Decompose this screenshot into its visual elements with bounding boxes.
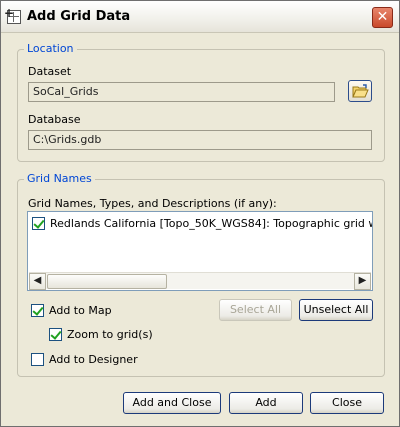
location-legend: Location	[24, 42, 77, 55]
close-icon[interactable]: ✕	[372, 7, 393, 28]
zoom-to-grids-checkbox[interactable]	[49, 328, 62, 341]
list-item-label: Redlands California [Topo_50K_WGS84]: To…	[50, 217, 372, 230]
folder-open-icon	[352, 84, 369, 98]
arrow-right-icon[interactable]: ▶	[354, 273, 371, 290]
add-to-map-checkbox[interactable]	[31, 304, 44, 317]
add-to-designer-label: Add to Designer	[49, 353, 138, 366]
database-label: Database	[28, 113, 81, 126]
grid-names-legend: Grid Names	[24, 172, 95, 185]
unselect-all-button[interactable]: Unselect All	[299, 299, 373, 321]
list-item[interactable]: Redlands California [Topo_50K_WGS84]: To…	[32, 216, 372, 232]
add-and-close-button[interactable]: Add and Close	[123, 392, 221, 414]
close-button[interactable]: Close	[310, 392, 384, 414]
dataset-field[interactable]: SoCal_Grids	[28, 82, 335, 102]
horizontal-scrollbar[interactable]: ◀ ▶	[29, 272, 371, 290]
add-grid-data-dialog: + Add Grid Data ✕ Location Dataset SoCal…	[0, 0, 400, 427]
add-button[interactable]: Add	[229, 392, 303, 414]
database-field[interactable]: C:\Grids.gdb	[28, 130, 372, 150]
dataset-label: Dataset	[28, 65, 72, 78]
arrow-left-icon[interactable]: ◀	[29, 273, 46, 290]
select-all-button[interactable]: Select All	[219, 299, 292, 321]
list-item-checkbox[interactable]	[32, 217, 45, 230]
window-title: Add Grid Data	[27, 9, 131, 24]
app-icon: +	[4, 6, 21, 24]
grid-list-label: Grid Names, Types, and Descriptions (if …	[28, 197, 277, 210]
scrollbar-thumb[interactable]	[47, 274, 167, 289]
title-bar[interactable]: + Add Grid Data ✕	[1, 1, 399, 33]
add-to-designer-checkbox[interactable]	[31, 353, 44, 366]
add-to-map-label: Add to Map	[49, 304, 112, 317]
zoom-to-grids-label: Zoom to grid(s)	[67, 328, 153, 341]
grid-list[interactable]: Redlands California [Topo_50K_WGS84]: To…	[27, 211, 373, 291]
browse-button[interactable]	[348, 80, 372, 102]
